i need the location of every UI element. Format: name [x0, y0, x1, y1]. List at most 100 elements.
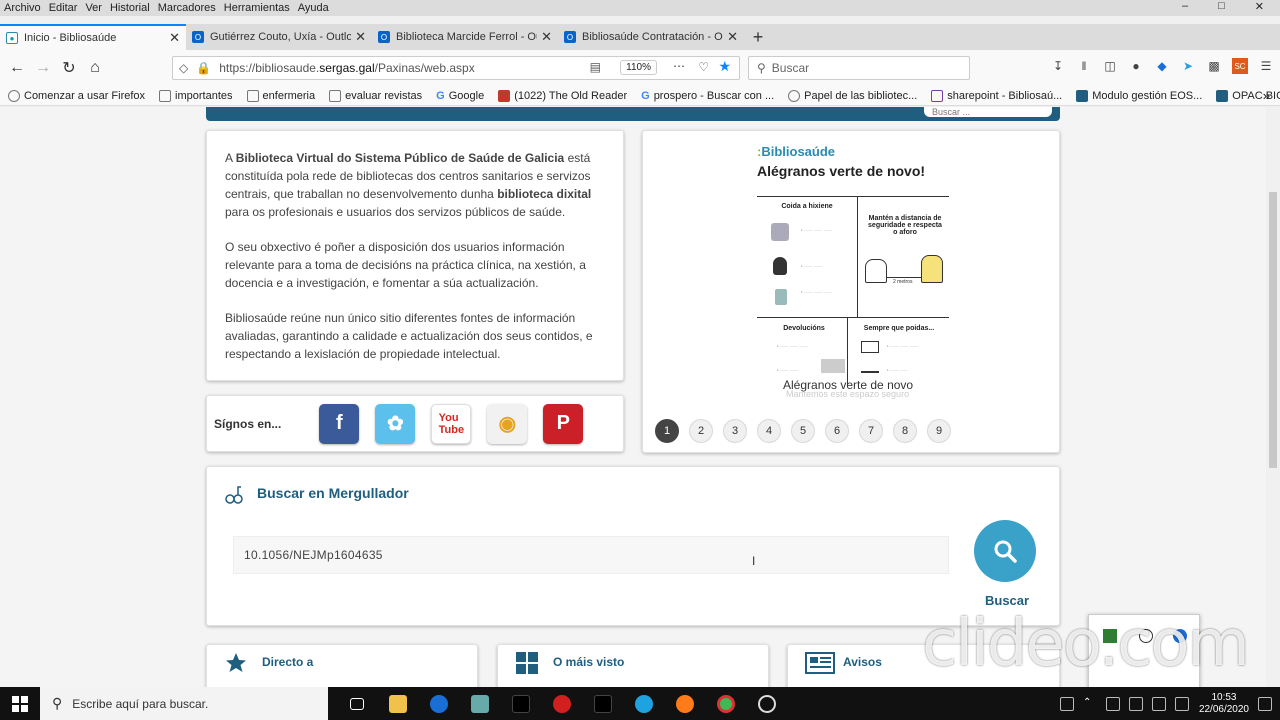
- taskbar-search[interactable]: ⚲ Escribe aquí para buscar.: [40, 687, 328, 720]
- search-bar[interactable]: ⚲ Buscar: [748, 56, 970, 80]
- slider-page-3[interactable]: 3: [723, 419, 747, 443]
- close-tab-icon[interactable]: ✕: [169, 30, 180, 46]
- people-icon[interactable]: [1059, 696, 1074, 711]
- network-icon[interactable]: [1105, 696, 1120, 711]
- forward-button[interactable]: →: [30, 55, 56, 81]
- poster-title: Alégranos verte de novo!: [757, 163, 926, 179]
- menu-editar[interactable]: Editar: [49, 2, 78, 14]
- youtube-icon[interactable]: You Tube: [431, 403, 472, 444]
- twitter-icon[interactable]: ✿: [375, 403, 416, 444]
- volume-icon[interactable]: [1174, 696, 1189, 711]
- library-icon[interactable]: ‖: [1076, 58, 1092, 74]
- sc-icon[interactable]: SC: [1232, 58, 1248, 74]
- reader-view-icon[interactable]: ▤: [590, 60, 601, 74]
- bookmark-star-icon[interactable]: ★: [718, 58, 731, 75]
- chevron-up-icon[interactable]: ⌃: [1083, 697, 1097, 711]
- menu-ver[interactable]: Ver: [85, 2, 102, 14]
- telegram-icon[interactable]: ➤: [1180, 58, 1196, 74]
- zoom-level[interactable]: 110%: [620, 60, 657, 75]
- battery-icon[interactable]: [1128, 696, 1143, 711]
- bookmark-sharepoint[interactable]: sharepoint - Bibliosaú...: [931, 89, 1062, 102]
- reload-button[interactable]: ↻: [56, 55, 82, 81]
- skype-button[interactable]: [623, 687, 664, 720]
- bookmark-opac-bico[interactable]: OPAC BICO: [1216, 89, 1280, 102]
- taskbar-clock[interactable]: 10:53 22/06/2020: [1199, 692, 1249, 716]
- slider-page-6[interactable]: 6: [825, 419, 849, 443]
- scrollbar-thumb[interactable]: [1269, 192, 1277, 468]
- bookmark-firefox[interactable]: Comenzar a usar Firefox: [8, 89, 145, 102]
- mergullador-search-input[interactable]: 10.1056/NEJMp1604635: [233, 536, 949, 574]
- bookmark-enfermeria[interactable]: enfermeria: [246, 89, 315, 102]
- bookmark-prospero[interactable]: Gprospero - Buscar con ...: [641, 90, 774, 102]
- bookmark-old-reader[interactable]: (1022) The Old Reader: [498, 89, 627, 102]
- bookmark-evaluar-revistas[interactable]: evaluar revistas: [329, 89, 422, 102]
- extension-icon[interactable]: ◆: [1154, 58, 1170, 74]
- tab-outlook-gutierrez[interactable]: O Gutiérrez Couto, Uxía - Outlook ✕: [186, 24, 372, 50]
- slider-page-9[interactable]: 9: [927, 419, 951, 443]
- bookmark-google[interactable]: G Google: [436, 90, 484, 102]
- new-tab-button[interactable]: +: [744, 24, 772, 50]
- menu-herramientas[interactable]: Herramientas: [224, 2, 290, 14]
- home-button[interactable]: ⌂: [82, 55, 108, 81]
- tab-outlook-contratacion[interactable]: O Bibliosaúde Contratación - Out ✕: [558, 24, 744, 50]
- close-tab-icon[interactable]: ✕: [355, 29, 366, 45]
- slider-page-1[interactable]: 1: [655, 419, 679, 443]
- tab-outlook-marcide[interactable]: O Biblioteca Marcide Ferrol - Out ✕: [372, 24, 558, 50]
- bookmark-papel-bibliotecas[interactable]: Papel de las bibliotec...: [788, 89, 917, 102]
- sidebar-icon[interactable]: ◫: [1102, 58, 1118, 74]
- tab-inicio[interactable]: ● Inicio - Bibliosaúde ✕: [0, 24, 186, 50]
- more-bookmarks-icon[interactable]: »: [1263, 88, 1270, 103]
- account-icon[interactable]: ●: [1128, 58, 1144, 74]
- windows-start-button[interactable]: [0, 687, 40, 720]
- maximize-icon[interactable]: □: [1218, 0, 1225, 13]
- app-button-2[interactable]: [500, 687, 541, 720]
- firefox-button[interactable]: [664, 687, 705, 720]
- close-window-icon[interactable]: ✕: [1255, 0, 1264, 13]
- mergullador-search-label[interactable]: Buscar: [985, 593, 1029, 608]
- slider-page-2[interactable]: 2: [689, 419, 713, 443]
- display-icon[interactable]: [1151, 696, 1166, 711]
- directo-a-card[interactable]: Directo a: [206, 644, 478, 687]
- url-bar[interactable]: ◇ 🔒 https://bibliosaude.sergas.gal/Paxin…: [172, 56, 740, 80]
- slideshare-icon[interactable]: ◉: [487, 403, 528, 444]
- menu-ayuda[interactable]: Ayuda: [298, 2, 329, 14]
- search-icon: ⚲: [52, 695, 63, 711]
- file-explorer-button[interactable]: [377, 687, 418, 720]
- menu-archivo[interactable]: Archivo: [4, 2, 41, 14]
- slider-page-5[interactable]: 5: [791, 419, 815, 443]
- slider-page-7[interactable]: 7: [859, 419, 883, 443]
- back-button[interactable]: ←: [4, 55, 30, 81]
- page-scrollbar[interactable]: [1266, 107, 1280, 687]
- notifications-icon[interactable]: [1258, 696, 1272, 711]
- task-view-button[interactable]: [336, 687, 377, 720]
- page-actions-icon[interactable]: ⋯: [673, 59, 685, 73]
- slider-page-8[interactable]: 8: [893, 419, 917, 443]
- pocket-icon[interactable]: ♡: [698, 60, 709, 74]
- minimize-icon[interactable]: –: [1182, 0, 1188, 13]
- app-button-3[interactable]: [582, 687, 623, 720]
- sos-button[interactable]: [541, 687, 582, 720]
- slide-poster[interactable]: :Bibliosaúde Alégranos verte de novo! Co…: [757, 144, 949, 392]
- site-search-input[interactable]: Buscar ...: [924, 107, 1052, 117]
- menu-icon[interactable]: ☰: [1258, 58, 1274, 74]
- notes-icon[interactable]: ▩: [1206, 58, 1222, 74]
- bookmark-importantes[interactable]: importantes: [159, 89, 233, 102]
- menu-marcadores[interactable]: Marcadores: [158, 2, 216, 14]
- menu-historial[interactable]: Historial: [110, 2, 150, 14]
- lock-icon[interactable]: 🔒: [196, 61, 211, 75]
- edge-button[interactable]: [418, 687, 459, 720]
- chrome-button[interactable]: [705, 687, 746, 720]
- app-button-4[interactable]: [746, 687, 787, 720]
- facebook-icon[interactable]: f: [319, 403, 360, 444]
- o-mais-visto-card[interactable]: O máis visto: [497, 644, 769, 687]
- tab-label: Bibliosaúde Contratación - Out: [582, 31, 724, 43]
- app-button-1[interactable]: [459, 687, 500, 720]
- download-icon[interactable]: ↧: [1050, 58, 1066, 74]
- slider-page-4[interactable]: 4: [757, 419, 781, 443]
- mergullador-search-button[interactable]: [974, 520, 1036, 582]
- close-tab-icon[interactable]: ✕: [727, 29, 738, 45]
- pinterest-icon[interactable]: P: [543, 403, 584, 444]
- bookmark-eos[interactable]: Modulo gestión EOS...: [1076, 89, 1202, 102]
- close-tab-icon[interactable]: ✕: [541, 29, 552, 45]
- shield-icon[interactable]: ◇: [179, 61, 188, 75]
